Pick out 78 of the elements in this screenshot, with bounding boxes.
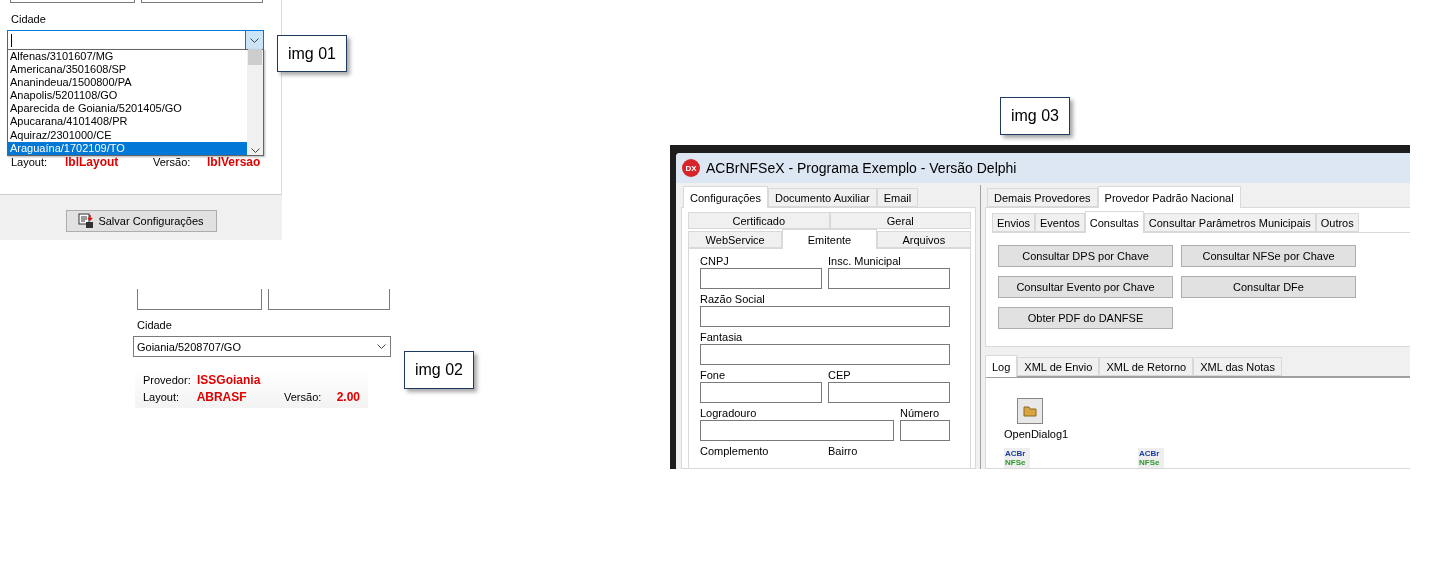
tab[interactable]: Arquivos (876, 231, 971, 248)
app-icon: DX (682, 159, 700, 177)
layout-value: ABRASF (196, 390, 248, 404)
tab[interactable]: Email (876, 188, 919, 207)
input-field[interactable] (141, 0, 263, 3)
query-button[interactable]: Consultar NFSe por Chave (1181, 245, 1356, 267)
field-label: Insc. Municipal (828, 255, 902, 267)
input-field[interactable] (700, 268, 822, 289)
chevron-down-icon (250, 148, 260, 153)
input-field[interactable] (828, 268, 950, 289)
field-label: Fantasia (700, 331, 744, 343)
tab[interactable]: Log (985, 355, 1018, 377)
tab[interactable]: XML das Notas (1193, 357, 1282, 376)
image-caption: img 01 (277, 35, 347, 72)
dialog-component-icon[interactable] (1017, 398, 1043, 424)
field-label: Bairro (828, 445, 859, 457)
field-label: CEP (828, 369, 852, 381)
layout-label: Layout: (143, 391, 181, 403)
text-cursor (11, 34, 12, 47)
save-button[interactable]: Salvar Configurações (65, 210, 217, 232)
field-label: Número (900, 407, 941, 419)
tab[interactable]: Geral (829, 212, 971, 229)
provider-label: Provedor: (143, 374, 192, 386)
field-label: Cidade (10, 13, 46, 25)
component-logo[interactable]: ACBr NFSe (1004, 448, 1030, 468)
version-value: lblVersao (207, 155, 261, 169)
query-button[interactable]: Consultar Evento por Chave (998, 276, 1173, 298)
tab[interactable]: Provedor Padrão Nacional (1097, 186, 1241, 208)
field-label: Fone (700, 369, 727, 381)
component-logo[interactable]: ACBr NFSe (1138, 448, 1164, 468)
tab[interactable]: WebService (688, 231, 783, 248)
query-button[interactable]: Consultar DFe (1181, 276, 1356, 298)
image-caption: img 03 (1000, 97, 1070, 135)
chevron-down-icon (376, 344, 386, 349)
input-field[interactable] (137, 289, 262, 310)
tab[interactable]: Certificado (688, 212, 830, 229)
chevron-down-icon (250, 38, 259, 43)
field-label: Complemento (700, 445, 770, 457)
input-field[interactable] (700, 420, 894, 441)
tab[interactable]: XML de Retorno (1099, 357, 1194, 376)
tab[interactable]: Outros (1315, 213, 1359, 232)
field-label: CNPJ (700, 255, 730, 267)
save-settings-icon (78, 213, 95, 229)
dropdown-item[interactable]: Alfenas/3101607/MG (8, 50, 247, 64)
tab[interactable]: Consultas (1084, 211, 1144, 233)
field-label: Razão Social (700, 293, 766, 305)
scrollbar[interactable] (247, 50, 263, 155)
input-field[interactable] (900, 420, 950, 441)
input-field[interactable] (268, 289, 390, 310)
input-field[interactable] (700, 382, 822, 403)
scrollbar-thumb[interactable] (248, 49, 262, 65)
window-title: ACBrNFSeX - Programa Exemplo - Versão Delphi (706, 160, 1017, 176)
field-label: Cidade (136, 318, 173, 333)
version-value: 2.00 (336, 390, 360, 404)
tab[interactable]: XML de Envio (1017, 357, 1100, 376)
version-label: Versão: (284, 391, 323, 403)
query-button[interactable]: Consultar DPS por Chave (998, 245, 1173, 267)
layout-label: Layout: (11, 156, 49, 168)
tab[interactable]: Envios (992, 213, 1036, 232)
provider-value: ISSGoiania (197, 373, 261, 387)
city-combo-box[interactable] (7, 30, 264, 51)
input-field[interactable] (700, 344, 950, 365)
query-button[interactable]: Obter PDF do DANFSE (998, 307, 1173, 329)
input-field[interactable] (700, 306, 950, 327)
layout-value: lblLayout (65, 155, 120, 169)
tab[interactable]: Emitente (782, 229, 877, 249)
component-label: OpenDialog1 (1004, 428, 1069, 440)
tab[interactable]: Demais Provedores (987, 188, 1098, 207)
version-label: Versão: (153, 156, 192, 168)
image-caption: img 02 (404, 351, 474, 389)
input-field[interactable] (10, 0, 135, 3)
tab[interactable]: Eventos (1035, 213, 1085, 232)
tab[interactable]: Consultar Parâmetros Municipais (1143, 213, 1316, 232)
tab[interactable]: Configurações (683, 186, 768, 208)
input-field[interactable] (828, 382, 950, 403)
field-label: Logradouro (700, 407, 758, 419)
city-combo-box[interactable]: Goiania/5208707/GO (133, 336, 391, 357)
tab[interactable]: Documento Auxiliar (767, 188, 877, 207)
